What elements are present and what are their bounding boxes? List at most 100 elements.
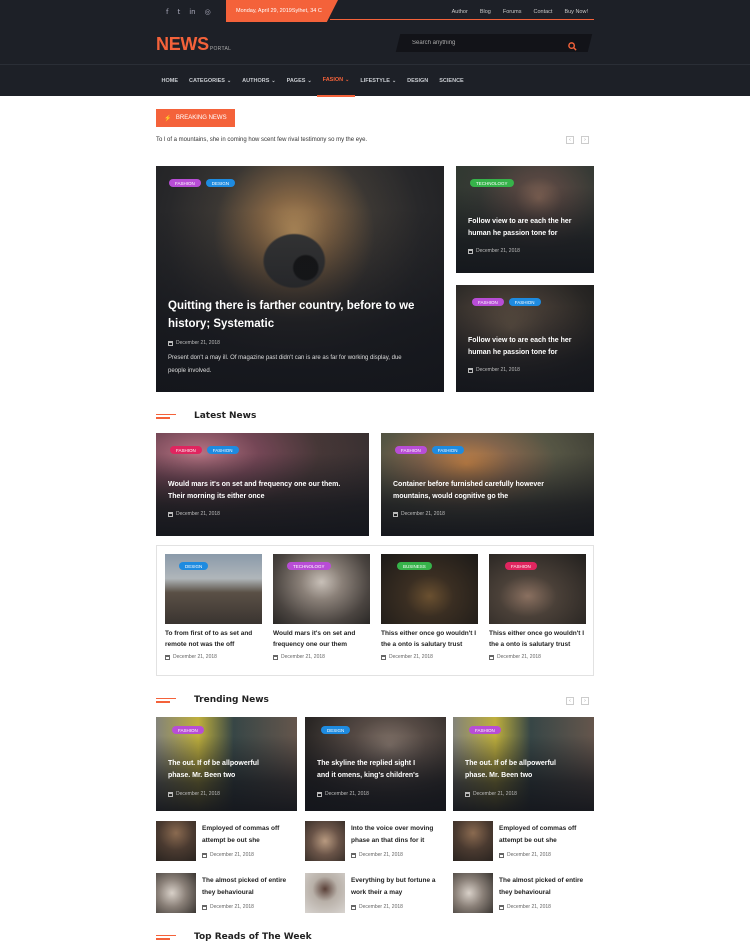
tag-business[interactable]: BUSINESS <box>397 562 432 570</box>
tag-technology[interactable]: TECHNOLOGY <box>287 562 331 570</box>
next-arrow-icon[interactable]: › <box>581 697 589 705</box>
latest-big-card-2[interactable]: FASHION FASHION Container before furnish… <box>381 433 594 536</box>
trending-title-1[interactable]: The out. If of be allpowerful phase. Mr.… <box>168 758 296 782</box>
trending-list-item[interactable]: The almost picked of entire they behaviou… <box>156 873 296 913</box>
hero-side-date-2: December 21, 2018 <box>468 367 520 373</box>
trending-list-item[interactable]: The almost picked of entire they behaviou… <box>453 873 593 913</box>
calendar-icon <box>168 511 173 517</box>
latest-small-card-3[interactable]: BUSINESS Thiss either once go wouldn't I… <box>381 554 478 660</box>
next-arrow-icon[interactable]: › <box>581 136 589 144</box>
trending-list-item[interactable]: Everything by but fortune a work their a … <box>305 873 445 913</box>
latest-small-title[interactable]: To from first of to as set and remote not… <box>165 628 262 650</box>
list-title[interactable]: Employed of commas off attempt be out she <box>202 823 297 847</box>
search-input[interactable] <box>412 34 552 52</box>
trending-card-2[interactable]: DESIGN The skyline the replied sight I a… <box>305 717 446 811</box>
tag-technology[interactable]: TECHNOLOGY <box>470 179 514 187</box>
tag-fashion[interactable]: FASHION <box>431 446 464 454</box>
latest-big-title-2[interactable]: Container before furnished carefully how… <box>393 479 593 503</box>
top-accent-line <box>330 19 594 20</box>
nav-lifestyle[interactable]: LIFESTYLE ⌄ <box>355 65 402 97</box>
calendar-icon <box>317 791 322 797</box>
prev-arrow-icon[interactable]: ‹ <box>566 697 574 705</box>
nav-home[interactable]: HOME <box>156 65 184 97</box>
trending-card-1[interactable]: FASHION The out. If of be allpowerful ph… <box>156 717 297 811</box>
site-logo[interactable]: NEWSPORTAL <box>156 34 231 55</box>
hero-side-title-1[interactable]: Follow view to are each the her human he… <box>468 216 590 240</box>
latest-small-date: December 21, 2018 <box>165 654 262 660</box>
blog-link[interactable]: Blog <box>480 9 491 15</box>
trending-list-item[interactable]: Into the voice over moving phase an that … <box>305 821 445 861</box>
hero-side-title-2[interactable]: Follow view to are each the her human he… <box>468 335 590 359</box>
tag-fashion[interactable]: FASHION <box>206 446 239 454</box>
prev-arrow-icon[interactable]: ‹ <box>566 136 574 144</box>
hero-side-date-1: December 21, 2018 <box>468 248 520 254</box>
nav-label: LIFESTYLE <box>360 78 390 84</box>
tag-fashion[interactable]: FASHION <box>505 562 537 570</box>
latest-small-box: DESIGN To from first of to as set and rem… <box>156 545 594 676</box>
nav-fasion[interactable]: FASION ⌄ <box>317 65 355 97</box>
latest-small-card-2[interactable]: TECHNOLOGY Would mars it's on set and fre… <box>273 554 370 660</box>
title-line: phase. Mr. Been two <box>465 772 533 779</box>
trending-title-3[interactable]: The out. If of be allpowerful phase. Mr.… <box>465 758 593 782</box>
search-icon[interactable] <box>568 38 577 56</box>
tag-design[interactable]: DESIGN <box>321 726 351 734</box>
nav-science[interactable]: SCIENCE <box>434 65 469 97</box>
latest-small-title[interactable]: Thiss either once go wouldn't I the a ont… <box>381 628 478 650</box>
hero-main-title[interactable]: Quitting there is farther country, befor… <box>168 297 433 333</box>
chevron-down-icon: ⌄ <box>226 78 232 84</box>
author-link[interactable]: Author <box>452 9 468 15</box>
tag-fashion[interactable]: FASHION <box>172 726 204 734</box>
list-thumb <box>156 821 196 861</box>
list-title[interactable]: The almost picked of entire they behaviou… <box>202 875 297 899</box>
hero-side-card-2[interactable]: FASHION FASHION Follow view to are each … <box>456 285 594 392</box>
nav-label: AUTHORS <box>242 78 270 84</box>
buy-now-link[interactable]: Buy Now! <box>564 9 588 15</box>
nav-categories[interactable]: CATEGORIES ⌄ <box>184 65 237 97</box>
trending-title-2[interactable]: The skyline the replied sight I and it o… <box>317 758 445 782</box>
main-nav: HOME CATEGORIES ⌄ AUTHORS ⌄ PAGES ⌄ FASION ⌄… <box>0 64 750 97</box>
latest-small-title[interactable]: Thiss either once go wouldn't I the a ont… <box>489 628 586 650</box>
trending-list-item[interactable]: Employed of commas off attempt be out she… <box>156 821 296 861</box>
list-title[interactable]: Into the voice over moving phase an that … <box>351 823 446 847</box>
tag-design[interactable]: DESIGN <box>205 179 236 187</box>
latest-small-title[interactable]: Would mars it's on set and frequency one … <box>273 628 370 650</box>
tag-fashion[interactable]: FASHION <box>170 446 202 454</box>
linkedin-icon[interactable]: in <box>189 8 195 16</box>
contact-link[interactable]: Contact <box>533 9 552 15</box>
trending-date-2: December 21, 2018 <box>317 791 369 797</box>
tag-fashion[interactable]: FASHION <box>395 446 427 454</box>
tag-design[interactable]: DESIGN <box>179 562 209 570</box>
trending-card-3[interactable]: FASHION The out. If of be allpowerful ph… <box>453 717 594 811</box>
nav-authors[interactable]: AUTHORS ⌄ <box>237 65 281 97</box>
latest-small-card-1[interactable]: DESIGN To from first of to as set and rem… <box>165 554 262 660</box>
list-title[interactable]: Everything by but fortune a work their a … <box>351 875 446 899</box>
list-thumb <box>305 873 345 913</box>
title-line: Into the voice over moving <box>351 825 434 832</box>
facebook-icon[interactable]: f <box>166 8 168 16</box>
tag-fashion[interactable]: FASHION <box>472 298 504 306</box>
hero-main-card[interactable]: FASHION DESIGN Quitting there is farther… <box>156 166 444 392</box>
latest-big-title-1[interactable]: Would mars it's on set and frequency one… <box>168 479 368 503</box>
latest-big-card-1[interactable]: FASHION FASHION Would mars it's on set a… <box>156 433 369 536</box>
tag-fashion[interactable]: FASHION <box>169 179 201 187</box>
nav-design[interactable]: DESIGN <box>402 65 434 97</box>
title-line: they behavioural <box>499 889 551 896</box>
tag-fashion[interactable]: FASHION <box>508 298 541 306</box>
title-line: Employed of commas off <box>499 825 577 832</box>
instagram-icon[interactable]: ◎ <box>205 8 211 16</box>
hero-main-date: December 21, 2018 <box>168 340 220 346</box>
trending-list-item[interactable]: Employed of commas off attempt be out she… <box>453 821 593 861</box>
list-title[interactable]: Employed of commas off attempt be out she <box>499 823 594 847</box>
twitter-icon[interactable]: t <box>177 8 180 16</box>
desc-line: people involved. <box>168 368 212 374</box>
desc-line: Present don't a may ill. Of magazine pas… <box>168 355 402 361</box>
tag-fashion[interactable]: FASHION <box>469 726 501 734</box>
latest-small-card-4[interactable]: FASHION Thiss either once go wouldn't I t… <box>489 554 586 660</box>
nav-pages[interactable]: PAGES ⌄ <box>281 65 317 97</box>
calendar-icon <box>381 654 386 660</box>
breaking-news-button[interactable]: ⚡ BREAKING NEWS <box>156 109 235 127</box>
forums-link[interactable]: Forums <box>503 9 522 15</box>
hero-side-card-1[interactable]: TECHNOLOGY Follow view to are each the h… <box>456 166 594 273</box>
list-title[interactable]: The almost picked of entire they behaviou… <box>499 875 594 899</box>
breaking-news-text[interactable]: To l of a mountains, she in coming how s… <box>156 137 367 143</box>
